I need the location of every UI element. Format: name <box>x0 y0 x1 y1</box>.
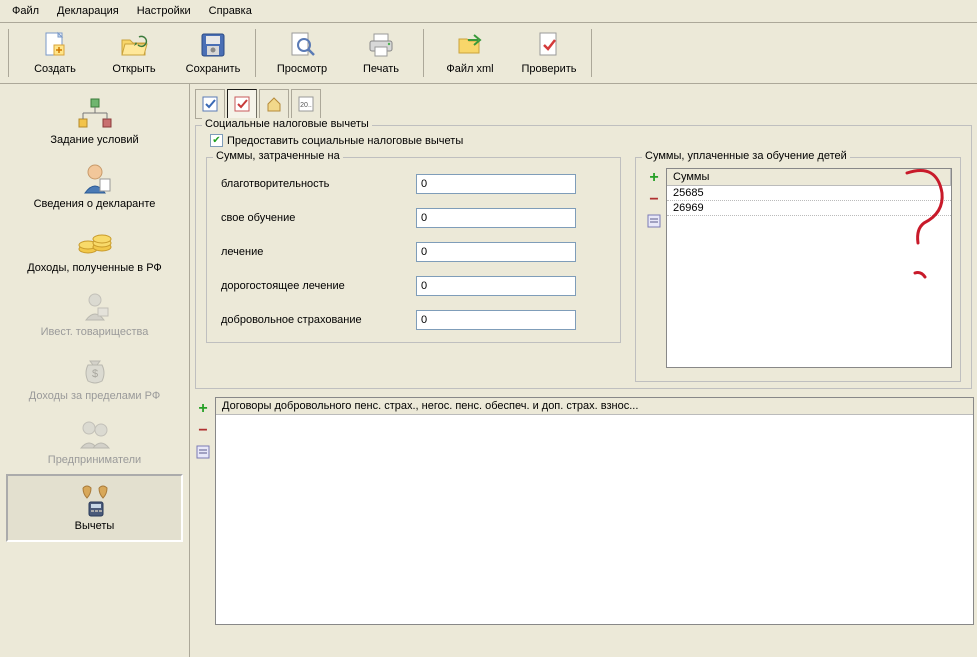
navigation-sidebar: Задание условий Сведения о декларанте До… <box>0 84 190 657</box>
grid-row[interactable]: 26969 <box>667 201 951 216</box>
export-xml-icon <box>454 29 486 61</box>
main-toolbar: Создать Открыть Сохранить Просмотр Печат… <box>0 23 977 84</box>
treatment-input[interactable] <box>416 242 576 262</box>
sidebar-label: Вычеты <box>75 520 115 532</box>
sums-spent-group: Суммы, затраченные на благотворительност… <box>206 157 621 343</box>
deductions-icon <box>75 482 115 518</box>
toolbar-filexml-label: Файл xml <box>446 63 493 75</box>
money-bag-icon: $ <box>75 352 115 388</box>
menu-settings[interactable]: Настройки <box>129 2 199 20</box>
menu-help[interactable]: Справка <box>201 2 260 20</box>
sidebar-label: Доходы за пределами РФ <box>29 390 160 402</box>
menu-declaration[interactable]: Декларация <box>49 2 127 20</box>
edit-child-sum-button[interactable] <box>647 214 661 228</box>
toolbar-open-label: Открыть <box>112 63 155 75</box>
coins-icon <box>75 224 115 260</box>
toolbar-preview-label: Просмотр <box>277 63 327 75</box>
save-floppy-icon <box>197 29 229 61</box>
remove-contract-button[interactable]: − <box>198 423 207 439</box>
svg-text:20..: 20.. <box>300 102 312 109</box>
children-edu-legend: Суммы, уплаченные за обучение детей <box>642 150 850 162</box>
sidebar-label: Предприниматели <box>48 454 141 466</box>
contracts-grid-header: Договоры добровольного пенс. страх., нег… <box>216 398 973 415</box>
charity-input[interactable] <box>416 174 576 194</box>
add-contract-button[interactable]: + <box>198 401 207 417</box>
new-document-icon <box>39 29 71 61</box>
own-education-label: свое обучение <box>221 212 416 224</box>
charity-label: благотворительность <box>221 178 416 190</box>
social-group-legend: Социальные налоговые вычеты <box>202 118 372 130</box>
provide-social-checkbox[interactable]: ✔ <box>210 134 223 147</box>
toolbar-save-label: Сохранить <box>186 63 241 75</box>
sidebar-item-income-foreign: $ Доходы за пределами РФ <box>0 346 189 410</box>
check-document-icon <box>533 29 565 61</box>
invest-partnership-icon <box>75 288 115 324</box>
toolbar-check-label: Проверить <box>521 63 576 75</box>
toolbar-create-button[interactable]: Создать <box>16 27 94 79</box>
toolbar-check-button[interactable]: Проверить <box>510 27 588 79</box>
contracts-grid[interactable]: Договоры добровольного пенс. страх., нег… <box>215 397 974 625</box>
conditions-icon <box>75 96 115 132</box>
sidebar-label: Задание условий <box>50 134 138 146</box>
insurance-input[interactable] <box>416 310 576 330</box>
sums-spent-legend: Суммы, затраченные на <box>213 150 343 162</box>
toolbar-create-label: Создать <box>34 63 76 75</box>
toolbar-filexml-button[interactable]: Файл xml <box>431 27 509 79</box>
content-area: 20.. Социальные налоговые вычеты ✔ Предо… <box>190 84 977 657</box>
edit-contract-button[interactable] <box>196 445 210 459</box>
treatment-label: лечение <box>221 246 416 258</box>
printer-icon <box>365 29 397 61</box>
add-child-sum-button[interactable]: + <box>649 170 658 186</box>
tab-losses-button[interactable]: 20.. <box>291 89 321 119</box>
expensive-treatment-label: дорогостоящее лечение <box>221 280 416 292</box>
person-icon <box>75 160 115 196</box>
social-deductions-group: Социальные налоговые вычеты ✔ Предостави… <box>195 125 972 389</box>
sidebar-item-invest: Ивест. товарищества <box>0 282 189 346</box>
preview-magnify-icon <box>286 29 318 61</box>
toolbar-open-button[interactable]: Открыть <box>95 27 173 79</box>
grid-header-sums: Суммы <box>667 169 951 186</box>
toolbar-print-button[interactable]: Печать <box>342 27 420 79</box>
sidebar-item-deductions[interactable]: Вычеты <box>6 474 183 542</box>
remove-child-sum-button[interactable]: − <box>649 192 658 208</box>
provide-social-label: Предоставить социальные налоговые вычеты <box>227 135 463 147</box>
sidebar-label: Доходы, полученные в РФ <box>27 262 162 274</box>
children-sums-grid[interactable]: Суммы 25685 26969 <box>666 168 952 368</box>
tab-social-button[interactable] <box>227 89 257 119</box>
sidebar-item-declarant[interactable]: Сведения о декларанте <box>0 154 189 218</box>
tab-property-button[interactable] <box>259 89 289 119</box>
sidebar-label: Сведения о декларанте <box>34 198 156 210</box>
sidebar-item-entrepreneurs: Предприниматели <box>0 410 189 474</box>
sidebar-item-conditions[interactable]: Задание условий <box>0 90 189 154</box>
menu-file[interactable]: Файл <box>4 2 47 20</box>
svg-text:$: $ <box>91 368 97 380</box>
grid-row[interactable]: 25685 <box>667 186 951 201</box>
own-education-input[interactable] <box>416 208 576 228</box>
deduction-tabs: 20.. <box>193 87 974 121</box>
sidebar-label: Ивест. товарищества <box>41 326 149 338</box>
children-education-group: Суммы, уплаченные за обучение детей + − … <box>635 157 961 382</box>
entrepreneurs-icon <box>75 416 115 452</box>
expensive-treatment-input[interactable] <box>416 276 576 296</box>
toolbar-print-label: Печать <box>363 63 399 75</box>
open-folder-icon <box>118 29 150 61</box>
toolbar-preview-button[interactable]: Просмотр <box>263 27 341 79</box>
sidebar-item-income-rf[interactable]: Доходы, полученные в РФ <box>0 218 189 282</box>
insurance-label: добровольное страхование <box>221 314 416 326</box>
toolbar-save-button[interactable]: Сохранить <box>174 27 252 79</box>
menu-bar: Файл Декларация Настройки Справка <box>0 0 977 23</box>
tab-standard-button[interactable] <box>195 89 225 119</box>
